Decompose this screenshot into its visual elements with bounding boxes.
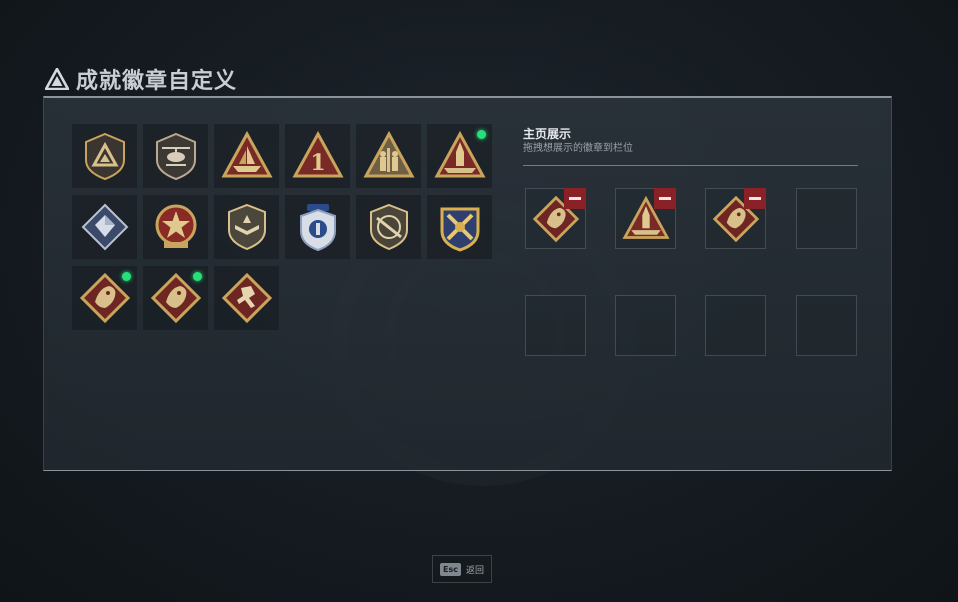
badge-cell[interactable]	[356, 124, 421, 188]
showcase-slot-3[interactable]	[705, 188, 766, 249]
badge-cell[interactable]	[143, 124, 208, 188]
crossed-guns-crest-badge-icon	[440, 207, 479, 252]
badge-collection-grid: 1	[72, 124, 498, 330]
ship-triangle-badge-icon	[220, 130, 273, 178]
new-indicator-dot	[477, 130, 486, 139]
esc-key-hint: Esc	[440, 562, 461, 576]
showcase-slot-7[interactable]	[705, 295, 766, 356]
back-button[interactable]: Esc 返回	[432, 555, 492, 583]
number-one-triangle-badge-icon: 1	[291, 130, 344, 178]
blue-police-badge-icon	[299, 204, 336, 252]
triangle-logo-icon	[44, 66, 70, 92]
helicopter-badge-icon	[155, 132, 196, 181]
badge-cell[interactable]	[72, 195, 137, 259]
page-header: 成就徽章自定义	[44, 64, 237, 94]
showcase-header: 主页展示 拖拽想展示的徽章到栏位	[523, 126, 858, 156]
badge-cell[interactable]	[356, 195, 421, 259]
showcase-divider	[523, 165, 858, 166]
badge-cell[interactable]	[214, 124, 279, 188]
showcase-slot-6[interactable]	[615, 295, 676, 356]
soldiers-triangle-badge-icon	[362, 130, 415, 178]
red-star-medal-badge-icon	[155, 204, 196, 248]
minus-icon	[749, 197, 761, 200]
svg-text:1: 1	[310, 150, 325, 176]
remove-badge-button[interactable]	[564, 188, 586, 209]
back-label: 返回	[465, 565, 484, 576]
badge-cell[interactable]	[285, 195, 350, 259]
minus-icon	[569, 197, 581, 200]
remove-badge-button[interactable]	[744, 188, 766, 209]
badge-cell[interactable]	[72, 124, 137, 188]
showcase-slot-1[interactable]	[525, 188, 586, 249]
crystal-diamond-badge-icon	[81, 203, 128, 251]
shield-triangle-badge-icon	[84, 132, 125, 181]
remove-badge-button[interactable]	[654, 188, 676, 209]
badge-cell[interactable]	[214, 195, 279, 259]
new-indicator-dot	[122, 272, 131, 281]
badge-cell[interactable]	[214, 266, 279, 330]
badge-cell[interactable]	[143, 266, 208, 330]
showcase-slot-8[interactable]	[796, 295, 857, 356]
page-title: 成就徽章自定义	[76, 69, 238, 94]
badge-cell[interactable]	[427, 124, 492, 188]
badge-cell[interactable]: 1	[285, 124, 350, 188]
badge-cell[interactable]	[427, 195, 492, 259]
showcase-title: 主页展示	[523, 127, 572, 141]
showcase-slot-4[interactable]	[796, 188, 857, 249]
badge-panel: 1 主页展示 拖拽想展示的徽章到栏位	[43, 96, 892, 471]
wings-shield-badge-icon	[227, 203, 266, 251]
showcase-slot-2[interactable]	[615, 188, 676, 249]
badge-cell[interactable]	[72, 266, 137, 330]
minus-icon	[659, 197, 671, 200]
showcase-slot-5[interactable]	[525, 295, 586, 356]
new-indicator-dot	[193, 272, 202, 281]
showcase-subtitle: 拖拽想展示的徽章到栏位	[523, 143, 633, 154]
badge-cell[interactable]	[143, 195, 208, 259]
rifle-shield-badge-icon	[369, 203, 408, 251]
runner-diamond-badge-icon	[221, 272, 272, 324]
